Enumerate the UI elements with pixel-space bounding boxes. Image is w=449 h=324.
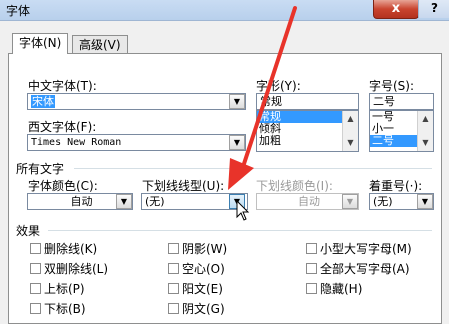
tab-font[interactable]: 字体(N) [12,33,69,54]
mouse-cursor-icon [236,200,250,221]
